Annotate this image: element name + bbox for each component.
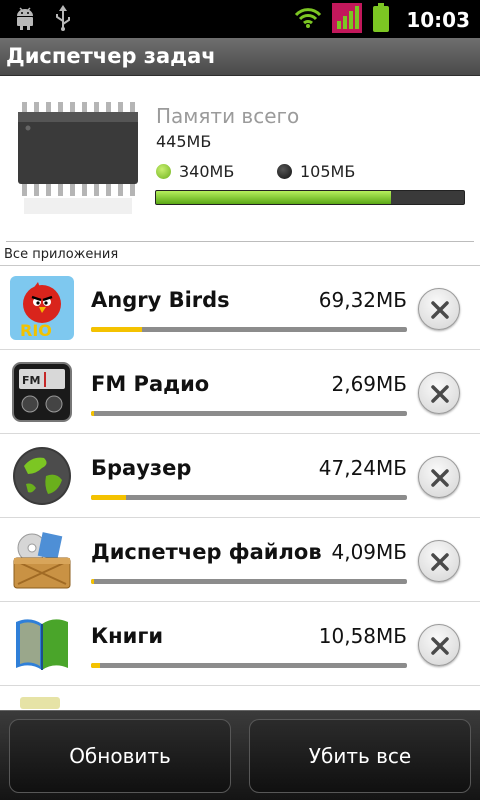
refresh-button[interactable]: Обновить — [9, 719, 231, 793]
list-item[interactable]: FM FM Радио 2,69МБ — [0, 350, 480, 434]
file-manager-icon — [10, 528, 74, 592]
signal-icon — [332, 3, 363, 37]
close-icon — [431, 385, 449, 403]
list-item[interactable]: Книги 10,58МБ — [0, 602, 480, 686]
list-item[interactable]: Браузер 47,24МБ — [0, 434, 480, 518]
app-memory-fill — [91, 579, 95, 584]
memory-title: Памяти всего — [156, 104, 300, 128]
books-icon — [10, 612, 74, 676]
close-icon — [431, 469, 449, 487]
kill-all-button[interactable]: Убить все — [249, 719, 471, 793]
kill-app-button[interactable] — [418, 372, 460, 414]
kill-app-button[interactable] — [418, 456, 460, 498]
title-bar: Диспетчер задач — [0, 38, 480, 76]
battery-icon — [372, 3, 390, 37]
close-icon — [431, 553, 449, 571]
app-memory-size: 4,09МБ — [327, 540, 407, 564]
app-memory-bar — [91, 663, 407, 668]
app-memory-size: 10,58МБ — [314, 624, 407, 648]
list-item[interactable]: Диспетчер файлов 4,09МБ — [0, 518, 480, 602]
kill-app-button[interactable] — [418, 540, 460, 582]
divider — [6, 241, 474, 242]
memory-panel: Памяти всего 445МБ 340МБ 105МБ — [0, 76, 480, 244]
app-memory-size: 2,69МБ — [327, 372, 407, 396]
memory-usage-bar — [155, 190, 465, 205]
app-memory-bar — [91, 411, 407, 416]
app-list[interactable]: RIO Angry Birds 69,32МБ FM FM Радио 2,69… — [0, 266, 480, 712]
kill-app-button[interactable] — [418, 288, 460, 330]
status-bar: 10:03 — [0, 0, 480, 38]
used-dot-icon — [156, 164, 171, 179]
android-icon — [14, 6, 36, 34]
app-memory-bar — [91, 495, 407, 500]
app-memory-bar — [91, 327, 407, 332]
used-memory-value: 340МБ — [179, 162, 235, 181]
memory-chip-icon — [14, 102, 142, 224]
memory-usage-fill — [156, 191, 392, 204]
app-name: Браузер — [91, 456, 192, 480]
memory-total: 445МБ — [156, 132, 212, 151]
app-memory-fill — [91, 495, 126, 500]
app-name: Книги — [91, 624, 164, 648]
app-memory-size: 69,32МБ — [314, 288, 407, 312]
svg-text:RIO: RIO — [20, 321, 52, 340]
kill-app-button[interactable] — [418, 624, 460, 666]
browser-globe-icon — [10, 444, 74, 508]
usb-icon — [54, 5, 72, 35]
app-title: Диспетчер задач — [6, 44, 216, 68]
close-icon — [431, 301, 449, 319]
free-memory-legend: 105МБ — [277, 162, 355, 181]
section-label: Все приложения — [4, 247, 119, 262]
angry-birds-icon: RIO — [10, 276, 74, 340]
app-memory-size: 47,24МБ — [314, 456, 407, 480]
fm-radio-icon: FM — [10, 360, 74, 424]
app-memory-fill — [91, 663, 101, 668]
app-name: FM Радио — [91, 372, 210, 396]
free-dot-icon — [277, 164, 292, 179]
free-memory-value: 105МБ — [300, 162, 356, 181]
app-memory-fill — [91, 327, 142, 332]
next-app-icon — [10, 694, 74, 709]
svg-text:FM: FM — [22, 374, 40, 387]
list-item[interactable]: RIO Angry Birds 69,32МБ — [0, 266, 480, 350]
app-name: Диспетчер файлов — [91, 540, 322, 564]
used-memory-legend: 340МБ — [156, 162, 234, 181]
wifi-icon — [294, 7, 322, 33]
close-icon — [431, 637, 449, 655]
clock: 10:03 — [406, 8, 470, 32]
bottom-action-bar: Обновить Убить все — [0, 710, 480, 800]
app-name: Angry Birds — [91, 288, 230, 312]
app-memory-fill — [91, 411, 95, 416]
app-memory-bar — [91, 579, 407, 584]
